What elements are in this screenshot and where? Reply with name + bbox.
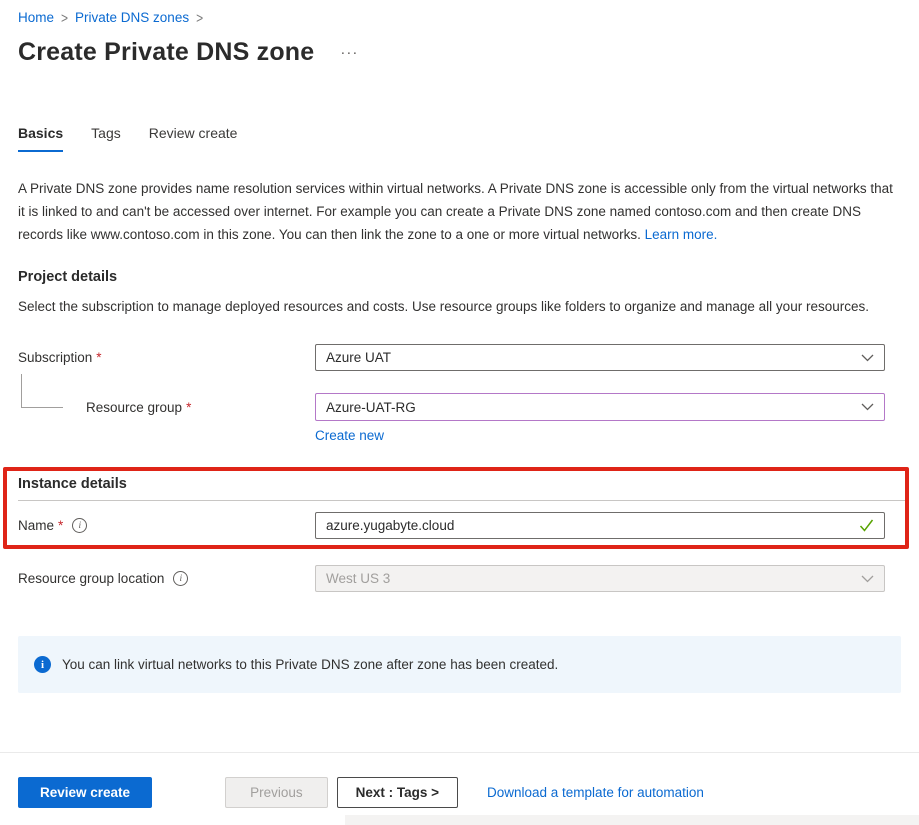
location-field-cell: West US 3 — [315, 565, 885, 592]
title-row: Create Private DNS zone ··· — [18, 38, 901, 67]
tab-bar: Basics Tags Review create — [18, 125, 901, 152]
instance-details-heading: Instance details — [18, 476, 901, 492]
section-divider — [18, 500, 909, 501]
instance-details-section: Instance details Name * i azure.yugabyte… — [18, 476, 901, 539]
footer-action-bar: Review create Previous Next : Tags > Dow… — [18, 777, 704, 808]
resource-group-field-cell: Azure-UAT-RG — [315, 393, 885, 421]
breadcrumb-separator-icon: > — [196, 9, 203, 27]
more-options-button[interactable]: ··· — [340, 44, 358, 61]
tab-basics[interactable]: Basics — [18, 125, 63, 152]
chevron-down-icon — [861, 403, 874, 411]
next-tags-button[interactable]: Next : Tags > — [337, 777, 458, 808]
location-value: West US 3 — [326, 571, 390, 586]
name-label-cell: Name * i — [18, 518, 315, 533]
location-row: Resource group location i West US 3 — [18, 565, 901, 592]
hierarchy-connector-line — [21, 374, 63, 408]
review-create-button[interactable]: Review create — [18, 777, 152, 808]
required-asterisk: * — [96, 350, 101, 365]
subscription-row: Subscription * Azure UAT — [18, 344, 901, 371]
subscription-label-cell: Subscription * — [18, 350, 315, 365]
resource-group-value: Azure-UAT-RG — [326, 400, 416, 415]
name-label: Name — [18, 518, 54, 533]
resource-group-row: Resource group * Azure-UAT-RG — [18, 393, 901, 421]
chevron-down-icon — [861, 575, 874, 583]
project-details-description: Select the subscription to manage deploy… — [18, 296, 901, 318]
location-dropdown-disabled: West US 3 — [315, 565, 885, 592]
subscription-value: Azure UAT — [326, 350, 391, 365]
create-new-row: Create new — [315, 428, 901, 443]
subscription-label: Subscription — [18, 350, 92, 365]
tab-review-create[interactable]: Review create — [149, 125, 238, 152]
breadcrumb-link-home[interactable]: Home — [18, 10, 54, 25]
name-value: azure.yugabyte.cloud — [326, 518, 454, 533]
intro-text: A Private DNS zone provides name resolut… — [18, 181, 893, 242]
required-asterisk: * — [186, 400, 191, 415]
chevron-down-icon — [861, 354, 874, 362]
bottom-strip — [345, 815, 919, 825]
location-label-cell: Resource group location i — [18, 571, 315, 586]
info-icon: i — [34, 656, 51, 673]
resource-group-dropdown[interactable]: Azure-UAT-RG — [315, 393, 885, 421]
footer-divider — [0, 752, 919, 753]
resource-group-label: Resource group — [86, 400, 182, 415]
subscription-dropdown[interactable]: Azure UAT — [315, 344, 885, 371]
page-title: Create Private DNS zone — [18, 38, 314, 67]
previous-button: Previous — [225, 777, 328, 808]
name-row: Name * i azure.yugabyte.cloud — [18, 512, 901, 539]
breadcrumb-link-private-dns-zones[interactable]: Private DNS zones — [75, 10, 189, 25]
create-new-link[interactable]: Create new — [315, 428, 384, 443]
download-template-link[interactable]: Download a template for automation — [487, 785, 704, 800]
info-banner-text: You can link virtual networks to this Pr… — [62, 657, 558, 672]
breadcrumb-separator-icon: > — [61, 9, 68, 27]
name-input[interactable]: azure.yugabyte.cloud — [315, 512, 885, 539]
location-label: Resource group location — [18, 571, 164, 586]
project-details-heading: Project details — [18, 269, 901, 285]
subscription-field-cell: Azure UAT — [315, 344, 885, 371]
valid-checkmark-icon — [859, 519, 874, 532]
required-asterisk: * — [58, 518, 63, 533]
location-info-icon[interactable]: i — [173, 571, 188, 586]
learn-more-link[interactable]: Learn more. — [645, 227, 718, 242]
create-private-dns-zone-page: Home > Private DNS zones > Create Privat… — [0, 0, 919, 825]
info-banner: i You can link virtual networks to this … — [18, 636, 901, 693]
name-info-icon[interactable]: i — [72, 518, 87, 533]
tab-tags[interactable]: Tags — [91, 125, 121, 152]
intro-paragraph: A Private DNS zone provides name resolut… — [18, 177, 901, 246]
name-field-cell: azure.yugabyte.cloud — [315, 512, 885, 539]
resource-group-label-cell: Resource group * — [18, 400, 315, 415]
breadcrumb: Home > Private DNS zones > — [18, 0, 901, 25]
